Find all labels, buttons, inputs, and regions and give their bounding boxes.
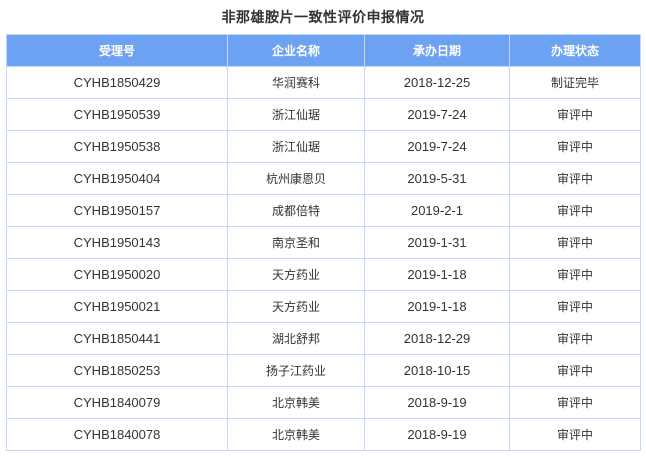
- acceptance-number-cell: CYHB1850429: [6, 66, 228, 99]
- table-row: CYHB1850441 湖北舒邦 2018-12-29 审评中: [6, 322, 641, 355]
- date-cell: 2019-7-24: [364, 130, 510, 163]
- company-name-cell: 华润赛科: [227, 66, 365, 99]
- status-cell: 制证完毕: [509, 66, 641, 99]
- table-row: CYHB1850253 扬子江药业 2018-10-15 审评中: [6, 354, 641, 387]
- status-cell: 审评中: [509, 98, 641, 131]
- date-cell: 2018-12-29: [364, 322, 510, 355]
- table-row: CYHB1950157 成都倍特 2019-2-1 审评中: [6, 194, 641, 227]
- status-cell: 审评中: [509, 226, 641, 259]
- company-name-cell: 浙江仙琚: [227, 98, 365, 131]
- table-row: CYHB1840079 北京韩美 2018-9-19 审评中: [6, 386, 641, 419]
- company-name-cell: 天方药业: [227, 290, 365, 323]
- status-cell: 审评中: [509, 194, 641, 227]
- company-name-cell: 湖北舒邦: [227, 322, 365, 355]
- acceptance-number-cell: CYHB1950021: [6, 290, 228, 323]
- acceptance-number-cell: CYHB1840079: [6, 386, 228, 419]
- date-cell: 2019-1-18: [364, 290, 510, 323]
- acceptance-number-cell: CYHB1950404: [6, 162, 228, 195]
- acceptance-number-cell: CYHB1840078: [6, 418, 228, 451]
- acceptance-number-cell: CYHB1950143: [6, 226, 228, 259]
- column-header-acceptance-number: 受理号: [6, 34, 228, 67]
- status-cell: 审评中: [509, 354, 641, 387]
- date-cell: 2019-1-18: [364, 258, 510, 291]
- table-row: CYHB1950538 浙江仙琚 2019-7-24 审评中: [6, 130, 641, 163]
- company-name-cell: 成都倍特: [227, 194, 365, 227]
- column-header-status: 办理状态: [509, 34, 641, 67]
- company-name-cell: 浙江仙琚: [227, 130, 365, 163]
- page-title: 非那雄胺片一致性评价申报情况: [221, 10, 425, 26]
- table-row: CYHB1950143 南京圣和 2019-1-31 审评中: [6, 226, 641, 259]
- table-row: CYHB1950021 天方药业 2019-1-18 审评中: [6, 290, 641, 323]
- status-cell: 审评中: [509, 162, 641, 195]
- table-row: CYHB1950539 浙江仙琚 2019-7-24 审评中: [6, 98, 641, 131]
- column-header-undertaking-date: 承办日期: [364, 34, 510, 67]
- status-cell: 审评中: [509, 386, 641, 419]
- date-cell: 2019-7-24: [364, 98, 510, 131]
- status-cell: 审评中: [509, 322, 641, 355]
- company-name-cell: 天方药业: [227, 258, 365, 291]
- status-cell: 审评中: [509, 130, 641, 163]
- status-cell: 审评中: [509, 290, 641, 323]
- date-cell: 2018-9-19: [364, 386, 510, 419]
- date-cell: 2018-9-19: [364, 418, 510, 451]
- acceptance-number-cell: CYHB1950539: [6, 98, 228, 131]
- status-cell: 审评中: [509, 258, 641, 291]
- company-name-cell: 北京韩美: [227, 386, 365, 419]
- company-name-cell: 杭州康恩贝: [227, 162, 365, 195]
- column-header-company-name: 企业名称: [227, 34, 365, 67]
- table-header-row: 受理号 企业名称 承办日期 办理状态: [6, 34, 641, 67]
- acceptance-number-cell: CYHB1950538: [6, 130, 228, 163]
- company-name-cell: 北京韩美: [227, 418, 365, 451]
- acceptance-number-cell: CYHB1950157: [6, 194, 228, 227]
- date-cell: 2019-2-1: [364, 194, 510, 227]
- date-cell: 2018-12-25: [364, 66, 510, 99]
- status-cell: 审评中: [509, 418, 641, 451]
- company-name-cell: 扬子江药业: [227, 354, 365, 387]
- date-cell: 2019-1-31: [364, 226, 510, 259]
- submission-table: 受理号 企业名称 承办日期 办理状态 CYHB1850429 华润赛科 2018…: [6, 34, 641, 451]
- table-row: CYHB1950404 杭州康恩贝 2019-5-31 审评中: [6, 162, 641, 195]
- company-name-cell: 南京圣和: [227, 226, 365, 259]
- date-cell: 2019-5-31: [364, 162, 510, 195]
- table-row: CYHB1850429 华润赛科 2018-12-25 制证完毕: [6, 66, 641, 99]
- table-row: CYHB1840078 北京韩美 2018-9-19 审评中: [6, 418, 641, 451]
- acceptance-number-cell: CYHB1850253: [6, 354, 228, 387]
- table-row: CYHB1950020 天方药业 2019-1-18 审评中: [6, 258, 641, 291]
- date-cell: 2018-10-15: [364, 354, 510, 387]
- acceptance-number-cell: CYHB1950020: [6, 258, 228, 291]
- acceptance-number-cell: CYHB1850441: [6, 322, 228, 355]
